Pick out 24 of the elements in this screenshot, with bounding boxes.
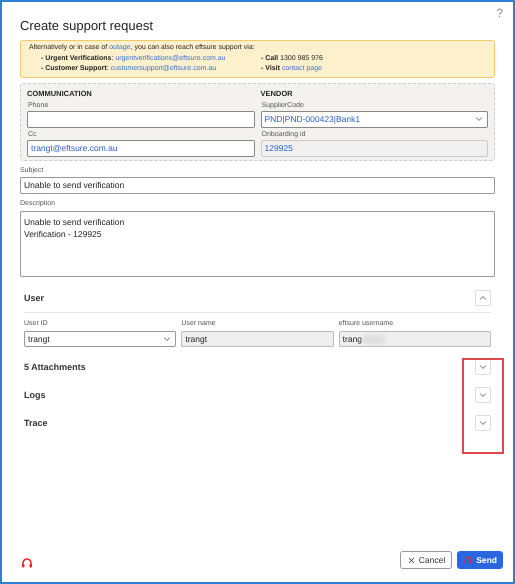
help-icon[interactable]: ? — [496, 4, 503, 22]
subject-field[interactable]: Unable to send verification — [20, 177, 495, 194]
expand-toggle[interactable] — [475, 415, 491, 432]
section-title: Trace — [24, 416, 48, 430]
headset-icon — [20, 556, 34, 570]
readonly-field: trang — [338, 331, 491, 348]
expand-toggle[interactable] — [475, 359, 491, 376]
close-icon — [406, 556, 416, 564]
send-button[interactable]: Send — [457, 551, 503, 569]
section-title: 5 Attachments — [24, 360, 86, 374]
supplier-code-select[interactable]: PND|PND-000423|Bank1 — [260, 110, 488, 128]
expand-toggle[interactable] — [475, 290, 491, 306]
cancel-button[interactable]: Cancel — [400, 551, 452, 569]
description-field[interactable]: Unable to send verification Verification - 129925 — [20, 210, 495, 277]
onboarding-id-field: 129925 — [260, 140, 488, 157]
readonly-field: trangt — [181, 331, 334, 348]
section-title: Logs — [24, 388, 46, 402]
dialog-title: Create support request — [20, 18, 154, 34]
cc-field[interactable]: trangt@eftsure.com.au — [27, 140, 254, 157]
section-title: User — [24, 292, 44, 304]
phone-field[interactable] — [27, 110, 254, 128]
headset-icon — [463, 555, 474, 565]
user-id-select[interactable]: trangt — [24, 331, 176, 348]
expand-toggle[interactable] — [475, 387, 491, 404]
